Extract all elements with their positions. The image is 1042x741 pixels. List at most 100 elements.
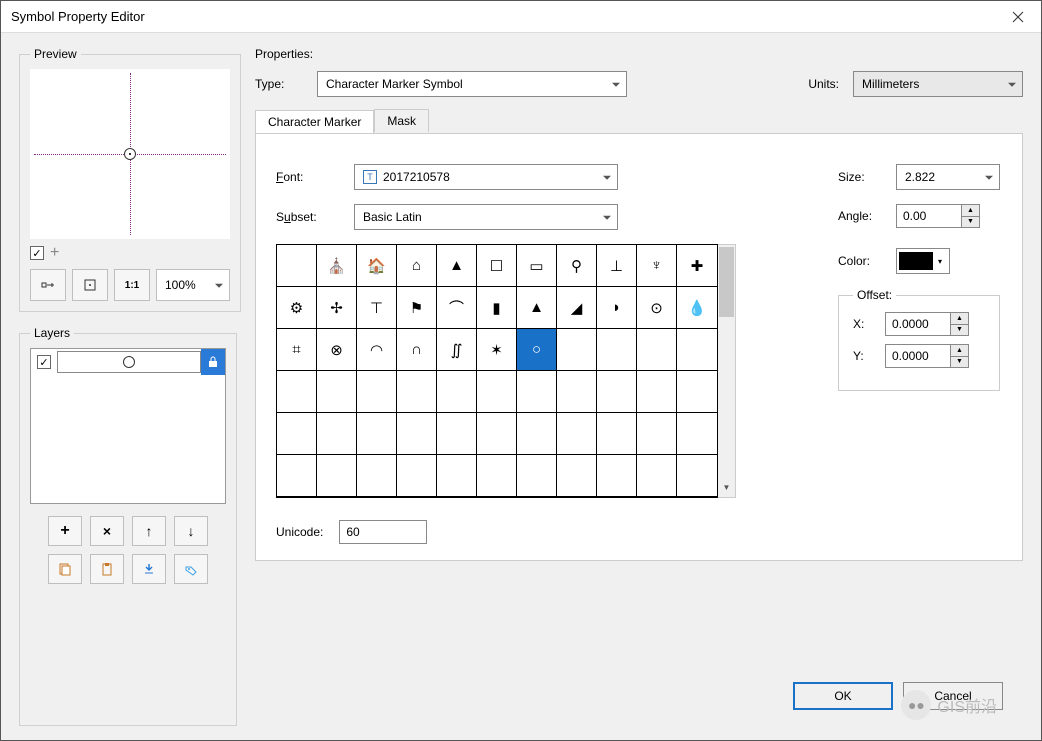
font-select[interactable]: T 2017210578	[354, 164, 618, 190]
char-cell[interactable]	[637, 413, 677, 455]
char-cell[interactable]: ⚙	[277, 287, 317, 329]
char-cell[interactable]	[677, 329, 717, 371]
offset-x-spinner[interactable]: ▲▼	[885, 312, 969, 336]
angle-spinner[interactable]: ▲▼	[896, 204, 980, 228]
char-cell[interactable]: ✢	[317, 287, 357, 329]
char-cell[interactable]: ⚑	[397, 287, 437, 329]
char-cell[interactable]	[357, 413, 397, 455]
delete-layer-button[interactable]: ×	[90, 516, 124, 546]
zoom-in-button[interactable]	[30, 269, 66, 301]
char-cell[interactable]	[677, 455, 717, 497]
add-preview-icon[interactable]: +	[50, 245, 59, 261]
char-cell[interactable]	[597, 371, 637, 413]
char-cell[interactable]	[517, 371, 557, 413]
char-cell[interactable]	[317, 413, 357, 455]
char-cell[interactable]: ⊥	[597, 245, 637, 287]
zoom-out-button[interactable]	[72, 269, 108, 301]
char-cell[interactable]	[517, 413, 557, 455]
close-button[interactable]	[995, 1, 1041, 33]
char-cell[interactable]: ⌗	[277, 329, 317, 371]
char-cell[interactable]	[637, 371, 677, 413]
zoom-actual-button[interactable]: 1:1	[114, 269, 150, 301]
cancel-button[interactable]: Cancel	[903, 682, 1003, 710]
angle-down[interactable]: ▼	[962, 217, 979, 228]
char-cell[interactable]	[437, 413, 477, 455]
size-select[interactable]: 2.822	[896, 164, 1000, 190]
char-cell[interactable]	[557, 371, 597, 413]
tab-mask[interactable]: Mask	[374, 109, 429, 132]
layer-row[interactable]: ✓	[31, 349, 225, 375]
char-cell[interactable]	[317, 371, 357, 413]
char-cell[interactable]: ▲	[517, 287, 557, 329]
char-cell[interactable]	[557, 455, 597, 497]
char-cell[interactable]	[517, 455, 557, 497]
char-cell[interactable]: ⊗	[317, 329, 357, 371]
copy-layer-button[interactable]	[48, 554, 82, 584]
unicode-input[interactable]: 60	[339, 520, 427, 544]
char-cell[interactable]	[557, 413, 597, 455]
char-cell[interactable]: ⛪	[317, 245, 357, 287]
zoom-select[interactable]: 100%	[156, 269, 230, 301]
char-cell[interactable]: ◢	[557, 287, 597, 329]
char-cell[interactable]: ◗	[597, 287, 637, 329]
layer-thumb[interactable]	[57, 351, 201, 373]
char-cell[interactable]	[277, 371, 317, 413]
char-cell[interactable]: ⚲	[557, 245, 597, 287]
tab-character-marker[interactable]: Character Marker	[255, 110, 374, 133]
color-picker[interactable]: ▾	[896, 248, 950, 274]
char-cell[interactable]: ☐	[477, 245, 517, 287]
angle-up[interactable]: ▲	[962, 205, 979, 217]
char-cell[interactable]: 💧	[677, 287, 717, 329]
char-cell[interactable]	[397, 455, 437, 497]
char-cell[interactable]	[677, 413, 717, 455]
char-cell[interactable]: ✶	[477, 329, 517, 371]
subset-select[interactable]: Basic Latin	[354, 204, 618, 230]
char-cell[interactable]: ♆	[637, 245, 677, 287]
char-cell[interactable]	[597, 413, 637, 455]
ok-button[interactable]: OK	[793, 682, 893, 710]
char-cell[interactable]: ⊙	[637, 287, 677, 329]
char-cell[interactable]	[357, 455, 397, 497]
scroll-thumb[interactable]	[719, 247, 734, 317]
char-cell[interactable]: ∬	[437, 329, 477, 371]
char-cell[interactable]: ∩	[397, 329, 437, 371]
paste-layer-button[interactable]	[90, 554, 124, 584]
import-layer-button[interactable]	[132, 554, 166, 584]
char-cell[interactable]	[677, 371, 717, 413]
char-cell[interactable]	[477, 371, 517, 413]
char-cell[interactable]: ▮	[477, 287, 517, 329]
char-cell[interactable]	[637, 455, 677, 497]
move-layer-up-button[interactable]: ↑	[132, 516, 166, 546]
preview-checkbox[interactable]: ✓	[30, 246, 44, 260]
layer-visible-checkbox[interactable]: ✓	[37, 355, 51, 369]
add-layer-button[interactable]: +	[48, 516, 82, 546]
char-cell[interactable]	[357, 371, 397, 413]
scroll-down-arrow[interactable]: ▼	[718, 479, 735, 495]
char-cell[interactable]: ◠	[357, 329, 397, 371]
char-cell[interactable]: ⌒	[437, 287, 477, 329]
char-cell[interactable]: ⌂	[397, 245, 437, 287]
char-cell[interactable]	[277, 245, 317, 287]
char-cell[interactable]	[277, 455, 317, 497]
move-layer-down-button[interactable]: ↓	[174, 516, 208, 546]
char-cell[interactable]	[597, 455, 637, 497]
offset-y-spinner[interactable]: ▲▼	[885, 344, 969, 368]
char-cell[interactable]: 🏠	[357, 245, 397, 287]
char-cell[interactable]	[317, 455, 357, 497]
color-dropdown-arrow[interactable]: ▾	[933, 257, 947, 266]
char-cell[interactable]	[397, 413, 437, 455]
char-cell[interactable]: ○	[517, 329, 557, 371]
char-cell[interactable]	[637, 329, 677, 371]
char-cell[interactable]: ▲	[437, 245, 477, 287]
char-cell[interactable]	[397, 371, 437, 413]
char-cell[interactable]	[277, 413, 317, 455]
char-cell[interactable]: ⊤	[357, 287, 397, 329]
char-cell[interactable]	[557, 329, 597, 371]
tag-layer-button[interactable]	[174, 554, 208, 584]
char-cell[interactable]	[437, 371, 477, 413]
layer-lock-button[interactable]	[201, 349, 225, 375]
char-cell[interactable]: ✚	[677, 245, 717, 287]
char-cell[interactable]: ▭	[517, 245, 557, 287]
char-cell[interactable]	[477, 413, 517, 455]
type-select[interactable]: Character Marker Symbol	[317, 71, 627, 97]
